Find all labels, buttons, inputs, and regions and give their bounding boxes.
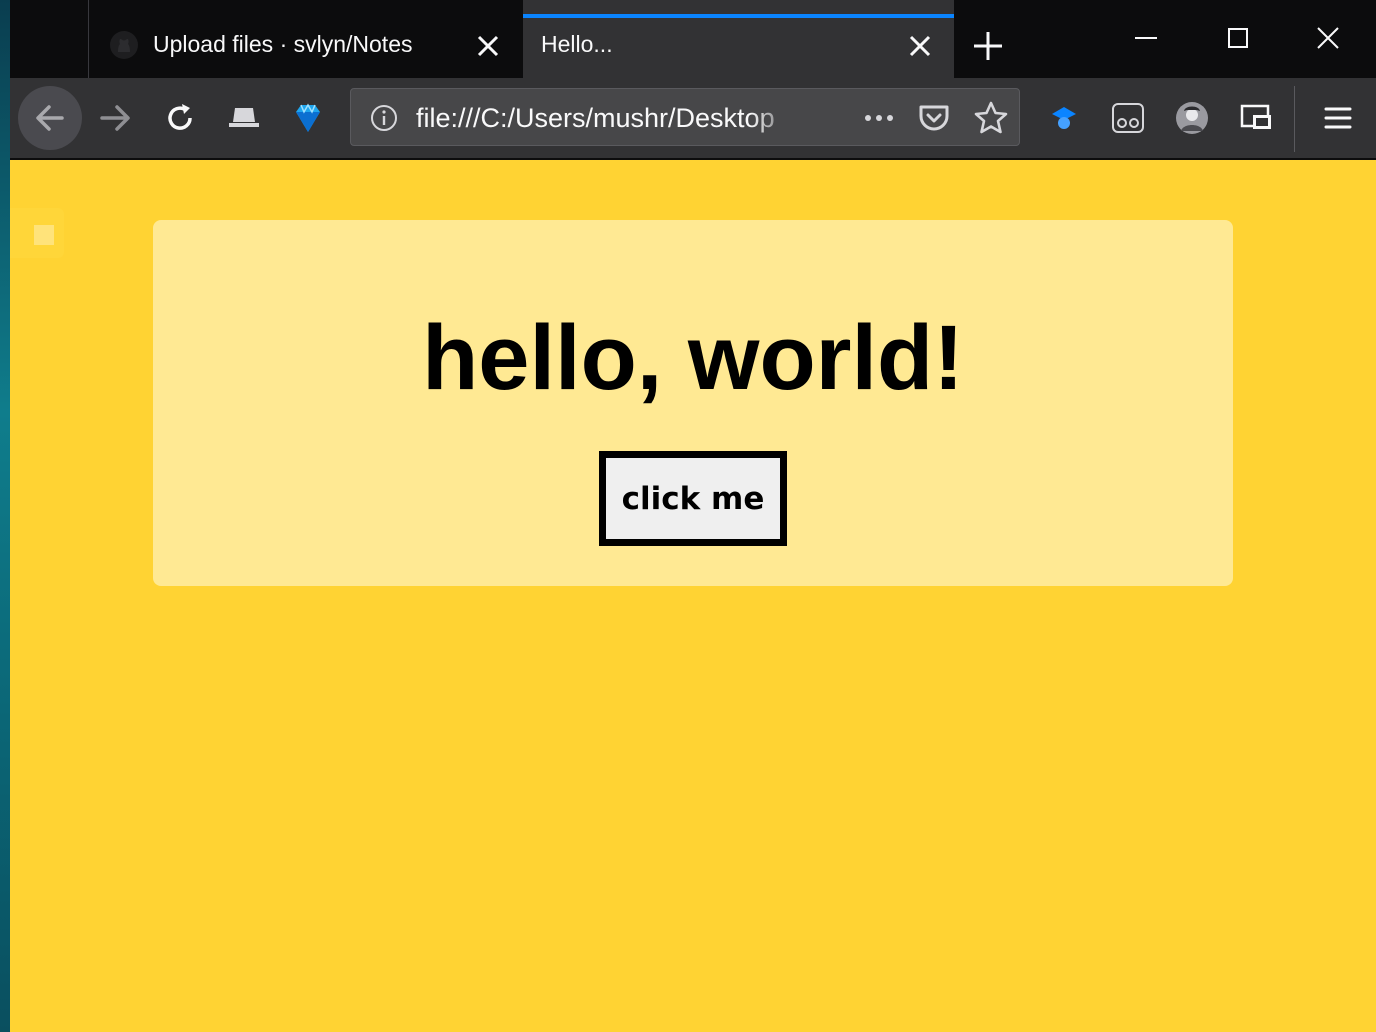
maximize-icon[interactable] bbox=[1222, 22, 1254, 54]
page-content: hello, world! click me bbox=[10, 160, 1376, 1032]
page-heading: hello, world! bbox=[422, 307, 964, 409]
side-widget-icon bbox=[34, 225, 54, 245]
bookmark-star-icon[interactable] bbox=[973, 100, 1009, 136]
hamburger-menu-icon[interactable] bbox=[1320, 78, 1356, 158]
side-widget[interactable] bbox=[10, 208, 64, 258]
profile-avatar-icon[interactable] bbox=[1174, 78, 1210, 158]
picture-in-picture-icon[interactable] bbox=[1238, 78, 1274, 158]
url-bar[interactable]: file:///C:/Users/mushr/Desktop bbox=[350, 88, 1020, 146]
close-tab-icon[interactable] bbox=[475, 33, 501, 59]
github-icon bbox=[109, 30, 139, 60]
navigation-toolbar: file:///C:/Users/mushr/Desktop bbox=[10, 78, 1376, 160]
forward-button[interactable] bbox=[96, 78, 136, 158]
laptop-icon[interactable] bbox=[224, 78, 264, 158]
tab-title: Hello... bbox=[541, 31, 613, 57]
active-tab-indicator bbox=[523, 14, 954, 18]
extension-shield-icon[interactable] bbox=[1046, 78, 1082, 158]
toolbar-separator bbox=[1294, 86, 1295, 152]
gem-icon[interactable] bbox=[288, 78, 328, 158]
info-icon[interactable] bbox=[369, 103, 399, 133]
url-text: file:///C:/Users/mushr/Desktop bbox=[416, 103, 775, 133]
back-button[interactable] bbox=[18, 86, 82, 150]
minimize-icon[interactable] bbox=[1130, 22, 1162, 54]
desktop-background bbox=[0, 0, 10, 1032]
browser-window: Upload files · svlyn/Notes Hello... file… bbox=[10, 0, 1376, 1032]
new-tab-button[interactable] bbox=[970, 28, 1006, 64]
tab-bar: Upload files · svlyn/Notes Hello... bbox=[10, 0, 1376, 78]
tab-title: Upload files · svlyn/Notes bbox=[153, 31, 413, 57]
reader-view-icon[interactable] bbox=[1110, 78, 1146, 158]
close-window-icon[interactable] bbox=[1312, 22, 1344, 54]
click-me-button[interactable]: click me bbox=[599, 451, 787, 546]
reload-icon[interactable] bbox=[160, 78, 200, 158]
hello-card: hello, world! click me bbox=[153, 220, 1233, 586]
page-actions-icon[interactable] bbox=[861, 103, 897, 133]
tab-hello[interactable]: Hello... bbox=[523, 0, 954, 78]
tab-upload-files[interactable]: Upload files · svlyn/Notes bbox=[88, 0, 522, 78]
close-tab-icon[interactable] bbox=[907, 33, 933, 59]
pocket-icon[interactable] bbox=[917, 101, 951, 135]
